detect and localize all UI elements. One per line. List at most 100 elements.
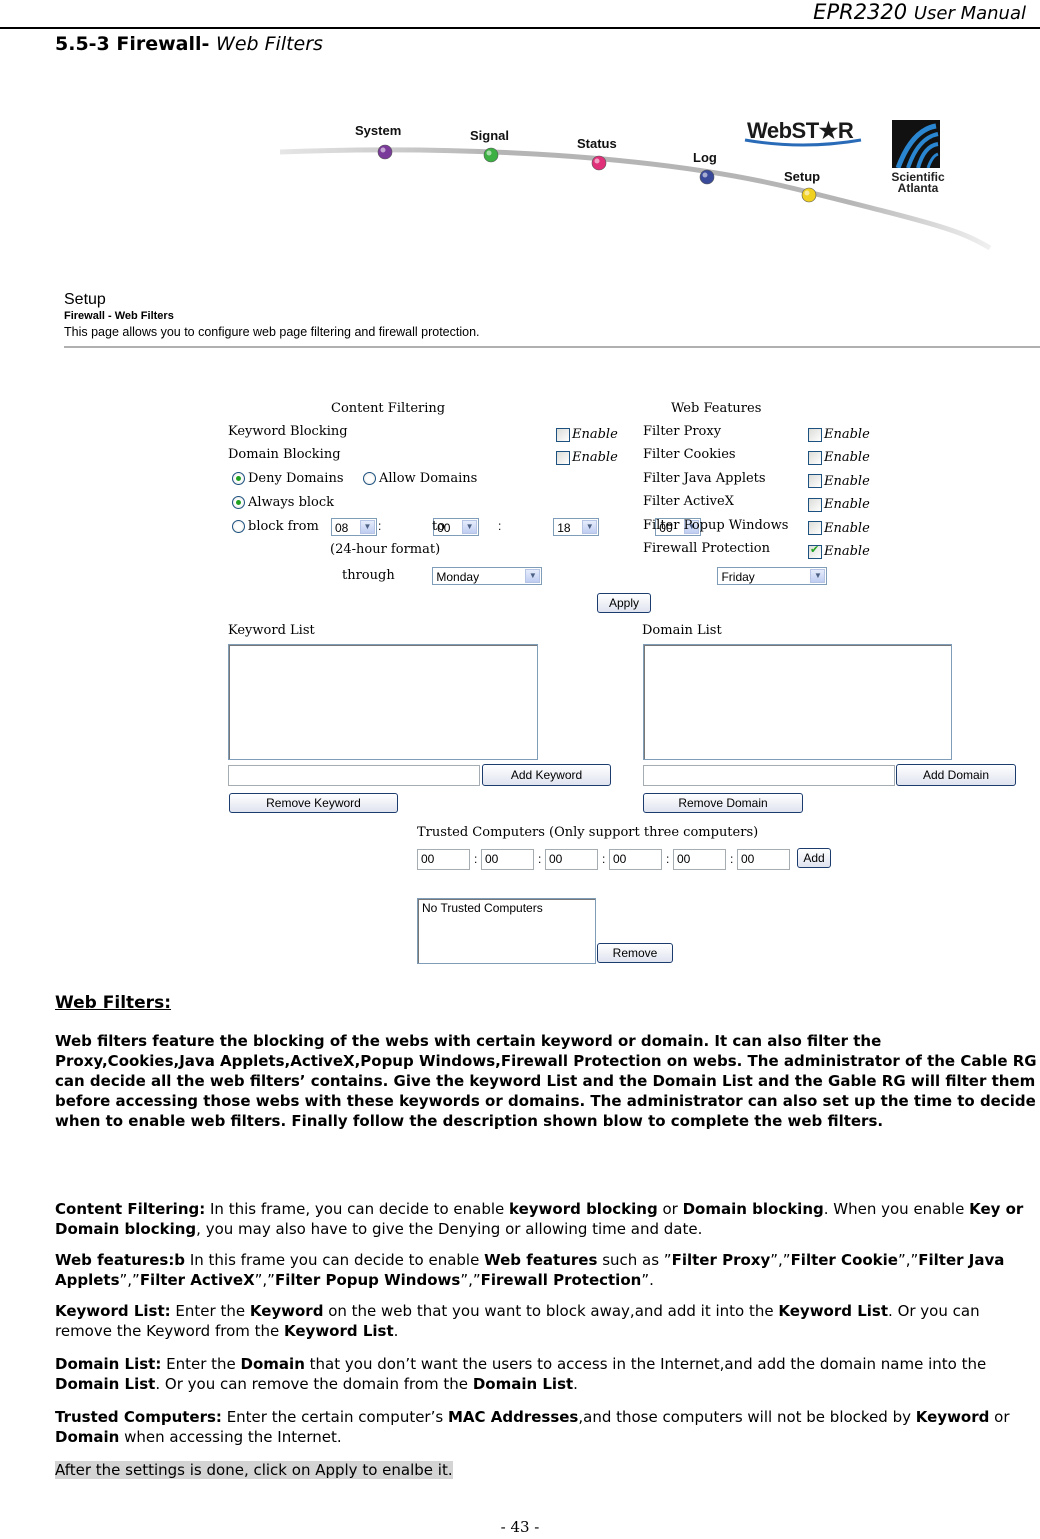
- domain-blocking-enable[interactable]: Enable: [556, 447, 618, 466]
- add-domain-button[interactable]: Add Domain: [896, 764, 1016, 786]
- keyword-list-heading: Keyword List: [228, 623, 315, 638]
- from-hour-select[interactable]: 08 ▼: [331, 517, 377, 536]
- time-colon: :: [498, 519, 502, 533]
- enable-label: Enable: [824, 450, 870, 466]
- time-format-note: (24-hour format): [330, 542, 441, 557]
- web-feature-enable[interactable]: Enable: [808, 494, 870, 513]
- running-header: EPR2320 User Manual: [813, 0, 1026, 24]
- web-feature-checkbox[interactable]: [808, 497, 822, 512]
- remove-trusted-button[interactable]: Remove: [597, 943, 673, 963]
- nav-dot-log[interactable]: [699, 169, 715, 185]
- nav-dot-highlight: [804, 190, 810, 196]
- web-feature-label: Filter Java Applets: [643, 470, 766, 486]
- enable-label: Enable: [824, 544, 870, 559]
- nav-dot-highlight: [380, 147, 386, 153]
- keyword-blocking-label: Keyword Blocking: [228, 424, 348, 439]
- chevron-down-icon: ▼: [525, 568, 541, 583]
- sa-arcs-icon: [895, 123, 939, 168]
- web-feature-enable[interactable]: Enable: [808, 424, 870, 443]
- keyword-listbox[interactable]: [228, 644, 538, 760]
- trusted-list-item[interactable]: No Trusted Computers: [418, 899, 595, 917]
- page-description: This page allows you to configure web pa…: [64, 325, 480, 339]
- remove-keyword-button[interactable]: Remove Keyword: [229, 793, 398, 813]
- nav-item-setup[interactable]: Setup: [784, 169, 820, 184]
- domain-input[interactable]: [643, 765, 895, 786]
- nav-dot-signal[interactable]: [483, 147, 499, 163]
- nav-item-system[interactable]: System: [355, 123, 401, 138]
- page-title: Setup: [64, 291, 106, 308]
- mac-octet-input[interactable]: 00: [737, 849, 790, 870]
- mac-octet-input[interactable]: 00: [481, 849, 534, 870]
- apply-button[interactable]: Apply: [597, 593, 651, 613]
- allow-domains-option[interactable]: Allow Domains: [363, 471, 477, 486]
- page-number: - 43 -: [500, 1518, 540, 1536]
- remove-domain-button[interactable]: Remove Domain: [643, 793, 803, 813]
- chevron-down-icon: ▼: [810, 568, 826, 583]
- nav-item-signal[interactable]: Signal: [470, 128, 509, 143]
- manual-label: User Manual: [913, 3, 1026, 24]
- day-to-value: Friday: [721, 569, 755, 584]
- nav-dot-status[interactable]: [591, 155, 607, 171]
- domain-blocking-checkbox[interactable]: [556, 450, 570, 465]
- enable-label: Enable: [824, 427, 870, 442]
- mac-octet-input[interactable]: 00: [417, 849, 470, 870]
- to-hour-select[interactable]: 18 ▼: [553, 517, 600, 536]
- web-feature-checkbox[interactable]: [808, 543, 822, 559]
- nav-dot-highlight: [594, 158, 600, 164]
- webstar-swoosh: [744, 138, 862, 147]
- chevron-down-icon: ▼: [360, 519, 375, 534]
- enable-label: Enable: [824, 497, 870, 513]
- mac-separator: :: [538, 852, 542, 866]
- nav-item-log[interactable]: Log: [693, 150, 717, 165]
- nav-dot-highlight: [702, 172, 708, 178]
- web-feature-checkbox[interactable]: [808, 427, 822, 442]
- web-feature-enable[interactable]: Enable: [808, 541, 870, 560]
- mac-separator: :: [602, 852, 606, 866]
- enable-label: Enable: [572, 450, 618, 465]
- always-block-label: Always block: [248, 495, 335, 510]
- day-from-select[interactable]: Monday ▼: [432, 566, 543, 585]
- web-feature-enable[interactable]: Enable: [808, 518, 870, 537]
- always-block-radio[interactable]: [232, 496, 245, 509]
- allow-domains-radio[interactable]: [363, 472, 376, 485]
- through-label: through: [342, 568, 395, 583]
- model-name: EPR2320: [813, 0, 908, 24]
- add-trusted-button[interactable]: Add: [797, 848, 831, 868]
- deny-domains-option[interactable]: Deny Domains: [232, 471, 344, 486]
- closing-note: After the settings is done, click on App…: [55, 1460, 1040, 1480]
- web-feature-label: Filter Cookies: [643, 447, 736, 463]
- mac-octet-input[interactable]: 00: [609, 849, 662, 870]
- web-feature-label: Filter Popup Windows: [643, 517, 789, 533]
- keyword-blocking-checkbox[interactable]: [556, 427, 570, 442]
- nav-item-status[interactable]: Status: [577, 136, 617, 151]
- keyword-blocking-enable[interactable]: Enable: [556, 424, 618, 443]
- web-feature-checkbox[interactable]: [808, 474, 822, 489]
- block-from-label: block from: [248, 519, 319, 534]
- web-feature-enable[interactable]: Enable: [808, 471, 870, 490]
- enable-label: Enable: [824, 473, 870, 489]
- mac-octet-input[interactable]: 00: [545, 849, 598, 870]
- deny-domains-label: Deny Domains: [248, 471, 344, 486]
- deny-domains-radio[interactable]: [232, 472, 245, 485]
- section-subtitle: Web Filters: [216, 33, 323, 55]
- domain-blocking-label: Domain Blocking: [228, 447, 341, 462]
- add-keyword-button[interactable]: Add Keyword: [482, 764, 611, 786]
- content-filtering-paragraph: Content Filtering: In this frame, you ca…: [55, 1200, 1024, 1238]
- block-from-option[interactable]: block from: [232, 519, 319, 534]
- day-to-select[interactable]: Friday ▼: [717, 566, 828, 585]
- keyword-list-paragraph: Keyword List: Enter the Keyword on the w…: [55, 1302, 980, 1340]
- domain-listbox[interactable]: [643, 644, 952, 760]
- nav-dot-setup[interactable]: [801, 187, 817, 203]
- mac-octet-input[interactable]: 00: [673, 849, 726, 870]
- page-subtitle: Firewall - Web Filters: [64, 310, 174, 322]
- web-feature-checkbox[interactable]: [808, 450, 822, 465]
- nav-dot-system[interactable]: [377, 144, 393, 160]
- trusted-computers-paragraph: Trusted Computers: Enter the certain com…: [55, 1408, 1010, 1446]
- mac-separator: :: [474, 852, 478, 866]
- web-feature-checkbox[interactable]: [808, 521, 822, 536]
- always-block-option[interactable]: Always block: [232, 495, 334, 510]
- web-feature-enable[interactable]: Enable: [808, 447, 870, 466]
- block-from-radio[interactable]: [232, 520, 245, 533]
- trusted-computers-listbox[interactable]: No Trusted Computers: [417, 898, 596, 964]
- keyword-input[interactable]: [228, 765, 480, 786]
